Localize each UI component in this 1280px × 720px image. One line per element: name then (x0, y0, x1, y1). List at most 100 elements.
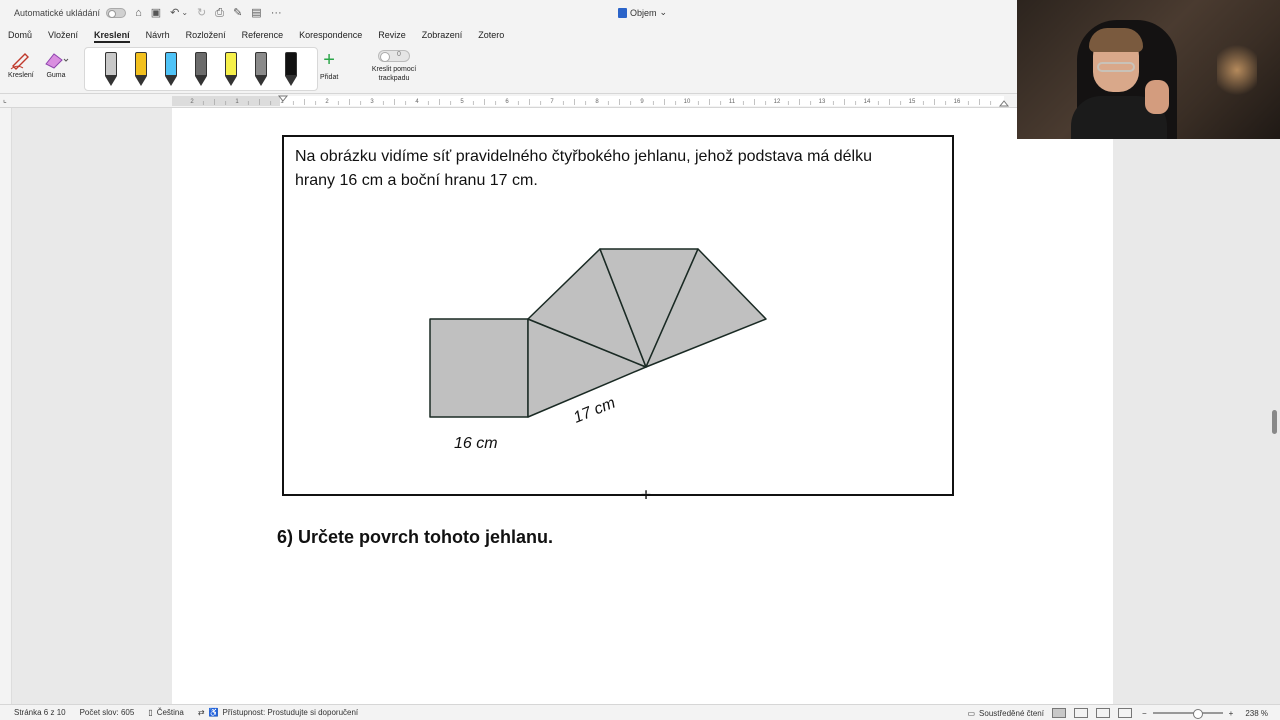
accessibility-icon: ♿ (208, 708, 219, 717)
tab-home[interactable]: Domů (8, 30, 32, 40)
zoom-level[interactable]: 238 % (1245, 709, 1268, 718)
ruler-label: 2 (325, 99, 329, 105)
pen-dark-pencil[interactable] (195, 52, 207, 88)
proofing-icon: ▯ (148, 708, 153, 717)
chevron-down-icon: ⌄ (659, 7, 668, 17)
redo-icon[interactable]: ↻ (197, 7, 206, 19)
document-page[interactable]: Na obrázku vidíme síť pravidelného čtyřb… (172, 108, 1113, 704)
draw-pen-icon[interactable]: ✎ (233, 7, 242, 19)
plus-icon: + (323, 49, 335, 71)
focus-mode-icon[interactable]: ▭ (967, 709, 975, 718)
document-title-text: Objem (630, 7, 657, 18)
track-changes-icon: ⇄ (197, 708, 205, 717)
ruler-label: 12 (774, 99, 781, 105)
zoom-slider[interactable] (1152, 709, 1223, 719)
pen-icon (165, 52, 177, 76)
customize-icon[interactable]: ▤ (251, 7, 261, 19)
pen-black[interactable] (285, 52, 297, 88)
add-pen-label: Přidat (320, 74, 339, 81)
page-count[interactable]: Stránka 6 z 10 (14, 708, 66, 717)
mouse-cursor-icon: ✛ (641, 488, 652, 502)
ruler-label: 11 (729, 99, 736, 105)
undo-dropdown-icon[interactable]: ⌄ (181, 9, 188, 17)
tab-draw[interactable]: Kreslení (94, 30, 130, 43)
pen-cyan[interactable] (165, 52, 177, 88)
question-6[interactable]: 6) Určete povrch tohoto jehlanu. (277, 527, 553, 548)
highlighter-yellow[interactable] (225, 52, 237, 88)
webcam-overlay (1017, 0, 1280, 139)
ruler-ticks: 2 1 1 2 3 4 5 6 7 8 9 10 11 12 13 14 15 16 (190, 95, 1010, 107)
eraser-tool-button[interactable]: Guma (42, 50, 70, 79)
eraser-icon (45, 53, 69, 69)
status-bar-right: ▭ Soustředěné čtení − + 238 % (967, 705, 1280, 720)
zoom-out-button[interactable]: − (1142, 709, 1147, 718)
focus-mode-label[interactable]: Soustředěné čtení (979, 709, 1044, 718)
ruler-label: 4 (415, 99, 419, 105)
home-icon[interactable]: ⌂ (135, 7, 142, 19)
save-icon[interactable]: ▣ (151, 7, 161, 19)
add-pen-button[interactable]: + Přidat (320, 50, 338, 81)
pyramid-net-figure: 16 cm 17 cm (429, 248, 767, 452)
read-mode-view-button[interactable] (1095, 708, 1110, 718)
word-count[interactable]: Počet slov: 605 (80, 708, 135, 717)
ruler-label: 2 (190, 99, 194, 105)
outline-view-button[interactable] (1117, 708, 1132, 718)
status-bar: Stránka 6 z 10 Počet slov: 605 ▯ Čeština… (0, 704, 1280, 720)
ruler-label: 5 (460, 99, 464, 105)
ruler-label: 10 (684, 99, 691, 105)
pen-yellow[interactable] (135, 52, 147, 88)
draw-pen-icon (10, 53, 29, 70)
accessibility-status[interactable]: ⇄ ♿ Přístupnost: Prostudujte si doporuče… (198, 708, 358, 717)
ruler-label: 14 (864, 99, 871, 105)
ruler-label: 7 (550, 99, 554, 105)
proofing-status[interactable]: ▯ Čeština (148, 708, 184, 717)
webcam-presenter-hand (1145, 80, 1169, 114)
zoom-in-button[interactable]: + (1229, 709, 1234, 718)
tab-design[interactable]: Návrh (146, 30, 170, 40)
tab-mailings[interactable]: Korespondence (299, 30, 362, 40)
pyramid-net (429, 248, 767, 418)
webcam-presenter-glasses (1097, 62, 1135, 72)
highlighter-icon (225, 52, 237, 76)
tab-layout[interactable]: Rozložení (186, 30, 226, 40)
print-icon[interactable]: ⎙ (215, 7, 224, 19)
pen-gray[interactable] (255, 52, 267, 88)
draw-tool-button[interactable]: Kreslení (8, 50, 34, 79)
draw-tool-label: Kreslení (8, 72, 34, 79)
ruler-label: 9 (640, 99, 644, 105)
autosave-toggle[interactable] (106, 8, 127, 18)
web-layout-view-button[interactable] (1073, 708, 1088, 718)
pen-gray-pencil[interactable] (105, 52, 117, 88)
horizontal-ruler[interactable]: ⌞ 2 1 1 2 3 4 5 6 7 8 9 10 11 12 13 14 15 16 (0, 94, 1018, 108)
vertical-scrollbar[interactable] (1272, 410, 1277, 434)
trackpad-switch-state: 0 (397, 51, 401, 58)
eraser-tool-label: Guma (46, 72, 66, 79)
more-icon[interactable]: ··· (271, 7, 282, 19)
tab-view[interactable]: Zobrazení (422, 30, 463, 40)
net-base-square (429, 318, 529, 418)
tab-zotero[interactable]: Zotero (478, 30, 504, 40)
ruler-label: 13 (819, 99, 826, 105)
tab-references[interactable]: Reference (242, 30, 284, 40)
word-document-icon (618, 7, 627, 18)
trackpad-draw-toggle[interactable]: 0 Kreslit pomocí trackpadu (366, 50, 422, 83)
trackpad-switch[interactable]: 0 (378, 50, 410, 62)
tab-insert[interactable]: Vložení (48, 30, 78, 40)
document-title[interactable]: Objem ⌄ (618, 7, 667, 18)
autosave-label: Automatické ukládání (14, 8, 101, 18)
problem-frame: Na obrázku vidíme síť pravidelného čtyřb… (282, 135, 954, 496)
ruler-label: 3 (370, 99, 374, 105)
label-base-length: 16 cm (454, 435, 498, 452)
ruler-label: 15 (909, 99, 916, 105)
accessibility-label: Přístupnost: Prostudujte si doporučení (222, 708, 359, 717)
ruler-label: 16 (954, 99, 961, 105)
pencil-icon (255, 52, 267, 76)
tab-review[interactable]: Revize (378, 30, 406, 40)
print-layout-view-button[interactable] (1051, 708, 1066, 718)
language-label: Čeština (156, 708, 184, 717)
vertical-ruler[interactable] (0, 108, 12, 704)
pen-icon (285, 52, 297, 76)
undo-icon[interactable]: ↶ (170, 7, 179, 19)
trackpad-label: Kreslit pomocí trackpadu (371, 66, 417, 82)
pen-icon (135, 52, 147, 76)
